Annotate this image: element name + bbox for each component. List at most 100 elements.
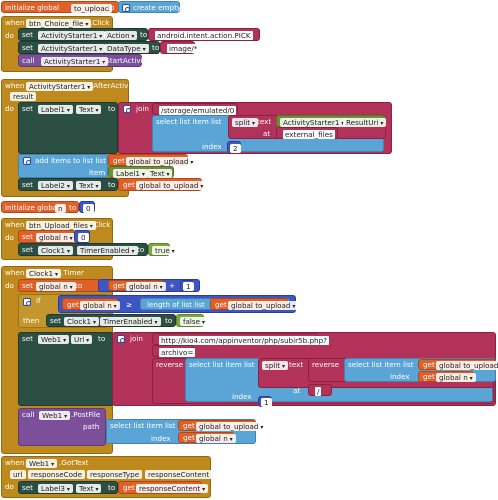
variable-dropdown[interactable]: global to_upload xyxy=(126,156,197,166)
text-string-block[interactable]: http://kio4.com/appinventor/php/subir5b.… xyxy=(152,333,329,345)
component-dropdown[interactable]: btn_Upload_files xyxy=(26,220,96,230)
set-label2-text[interactable]: set Label2 Text to xyxy=(18,178,118,191)
boolean-dropdown[interactable]: false xyxy=(180,317,209,326)
text-value[interactable]: http://kio4.com/appinventor/php/subir5b.… xyxy=(159,335,329,345)
property-dropdown[interactable]: DataType xyxy=(104,44,149,53)
text-value[interactable]: android.intent.action.PICK xyxy=(155,31,253,40)
text-value[interactable]: /storage/emulated/0 xyxy=(159,105,237,115)
variable-dropdown[interactable]: global n xyxy=(36,282,76,291)
set-activitystarter-datatype[interactable]: set ActivityStarter1 DataType to xyxy=(18,41,160,54)
param-url[interactable]: url xyxy=(10,470,26,479)
property-dropdown[interactable]: Text xyxy=(76,484,102,493)
get-global-n[interactable]: get global n xyxy=(178,432,236,443)
get-global-to-upload[interactable]: get global to_upload xyxy=(210,298,299,310)
variable-dropdown[interactable]: global n xyxy=(36,233,76,242)
init-global-n-block[interactable]: initialize global n to xyxy=(1,201,79,213)
text-string-block[interactable]: android.intent.action.PICK xyxy=(148,28,260,41)
property-dropdown[interactable]: ResultUri xyxy=(343,117,387,127)
component-dropdown[interactable]: Label3 xyxy=(38,484,73,493)
get-global-n[interactable]: get global n xyxy=(62,298,120,310)
call-startactivity[interactable]: call ActivityStarter1 .StartActivity xyxy=(18,54,150,67)
text-string-block[interactable]: external_files xyxy=(276,127,338,139)
text-value[interactable]: / xyxy=(315,386,322,396)
boolean-true-block[interactable]: true xyxy=(148,243,178,256)
split-dropdown[interactable]: split xyxy=(232,118,259,127)
set-label1-text[interactable]: set Label1 Text to xyxy=(18,102,118,154)
gear-icon[interactable] xyxy=(123,105,131,113)
text-value[interactable]: image/* xyxy=(167,44,200,53)
variable-dropdown[interactable]: global to_upload xyxy=(136,181,207,190)
boolean-false-block[interactable]: false xyxy=(176,314,209,327)
variable-dropdown[interactable]: responseContent xyxy=(136,484,209,493)
gear-icon[interactable] xyxy=(23,298,31,306)
number-value[interactable]: 0 xyxy=(78,233,89,242)
number-value[interactable]: 1 xyxy=(183,282,194,291)
add-items-to-list-block[interactable]: add items to list list item xyxy=(18,154,108,178)
property-dropdown[interactable]: Url xyxy=(71,335,93,344)
variable-dropdown[interactable]: global to_upload xyxy=(196,422,267,431)
get-global-to-upload[interactable]: get global to_upload xyxy=(418,359,498,370)
number-block[interactable]: 2 xyxy=(227,141,241,153)
number-block[interactable]: 0 xyxy=(79,201,95,213)
get-global-to-upload[interactable]: get global to_upload xyxy=(118,178,207,191)
param-responsetype[interactable]: responseType xyxy=(87,470,143,479)
number-block[interactable]: 0 xyxy=(74,230,90,243)
variable-dropdown[interactable]: global n xyxy=(80,300,120,310)
component-dropdown[interactable]: Web1 xyxy=(39,411,71,420)
component-dropdown[interactable]: Label1 xyxy=(113,168,148,178)
variable-dropdown[interactable]: global n xyxy=(126,282,166,291)
text-string-block[interactable]: / xyxy=(308,384,332,396)
component-dropdown[interactable]: Label1 xyxy=(38,105,73,114)
gear-icon[interactable] xyxy=(122,4,130,12)
boolean-dropdown[interactable]: true xyxy=(152,246,178,255)
create-empty-list-block[interactable]: create empty list xyxy=(118,1,194,13)
component-dropdown[interactable]: Web1 xyxy=(26,458,58,468)
activitystarter-resulturi-block[interactable]: ActivityStarter1 ResultUri xyxy=(276,115,387,127)
component-dropdown[interactable]: ActivityStarter1 xyxy=(38,31,106,40)
set-web1-url[interactable]: set Web1 Url to xyxy=(18,332,114,406)
property-dropdown[interactable]: TimerEnabled xyxy=(77,246,138,255)
component-dropdown[interactable]: Label2 xyxy=(38,181,73,190)
property-dropdown[interactable]: Action xyxy=(104,31,138,40)
number-value[interactable]: 0 xyxy=(83,203,94,213)
property-dropdown[interactable]: TimerEnabled xyxy=(100,317,161,326)
variable-dropdown[interactable]: global n xyxy=(196,434,236,443)
number-value[interactable]: 1 xyxy=(261,398,272,407)
set-activitystarter-action[interactable]: set ActivityStarter1 Action to xyxy=(18,28,148,41)
property-dropdown[interactable]: Text xyxy=(76,105,102,114)
get-responsecontent[interactable]: get responseContent xyxy=(118,481,209,494)
number-block[interactable]: 1 xyxy=(258,396,272,407)
gear-icon[interactable] xyxy=(23,157,31,165)
component-dropdown[interactable]: btn_Choice_file xyxy=(26,18,92,28)
param-result[interactable]: result xyxy=(10,92,37,101)
label1-text-block[interactable]: Label1 Text xyxy=(108,166,174,178)
component-dropdown[interactable]: ActivityStarter1 xyxy=(280,117,348,127)
text-string-block[interactable]: /storage/emulated/0 xyxy=(152,103,238,115)
property-dropdown[interactable]: Text xyxy=(147,168,173,178)
component-dropdown[interactable]: ActivityStarter1 xyxy=(38,44,106,53)
number-value[interactable]: 2 xyxy=(230,143,241,153)
gear-icon[interactable] xyxy=(117,335,125,343)
init-global-to-upload-block[interactable]: initialize global to_upload to xyxy=(1,1,119,13)
property-dropdown[interactable]: Text xyxy=(76,181,102,190)
var-name-field[interactable]: n xyxy=(55,203,66,213)
component-dropdown[interactable]: ActivityStarter1 xyxy=(26,81,94,91)
set-clock1-timerenabled[interactable]: set Clock1 TimerEnabled to xyxy=(18,243,148,256)
set-clock1-timerenabled[interactable]: set Clock1 TimerEnabled to xyxy=(46,314,176,327)
component-dropdown[interactable]: Web1 xyxy=(38,335,70,344)
text-string-block[interactable]: image/* xyxy=(160,41,200,54)
component-dropdown[interactable]: Clock1 xyxy=(64,317,100,326)
variable-dropdown[interactable]: global to_upload xyxy=(436,361,498,370)
number-block[interactable]: 1 xyxy=(180,280,194,291)
text-value[interactable]: external_files xyxy=(283,129,335,139)
get-global-to-upload[interactable]: get global to_upload xyxy=(108,154,197,166)
component-dropdown[interactable]: ActivityStarter1 xyxy=(41,57,109,66)
split-dropdown[interactable]: split xyxy=(262,361,289,370)
text-value[interactable]: archivo= xyxy=(159,347,196,357)
set-label3-text[interactable]: set Label3 Text to xyxy=(18,481,118,494)
get-global-n[interactable]: get global n xyxy=(418,371,476,382)
variable-dropdown[interactable]: global to_upload xyxy=(228,300,299,310)
call-web1-postfile[interactable]: call Web1 .PostFile path xyxy=(18,408,106,446)
variable-dropdown[interactable]: global n xyxy=(436,373,476,382)
component-dropdown[interactable]: Clock1 xyxy=(26,268,62,278)
